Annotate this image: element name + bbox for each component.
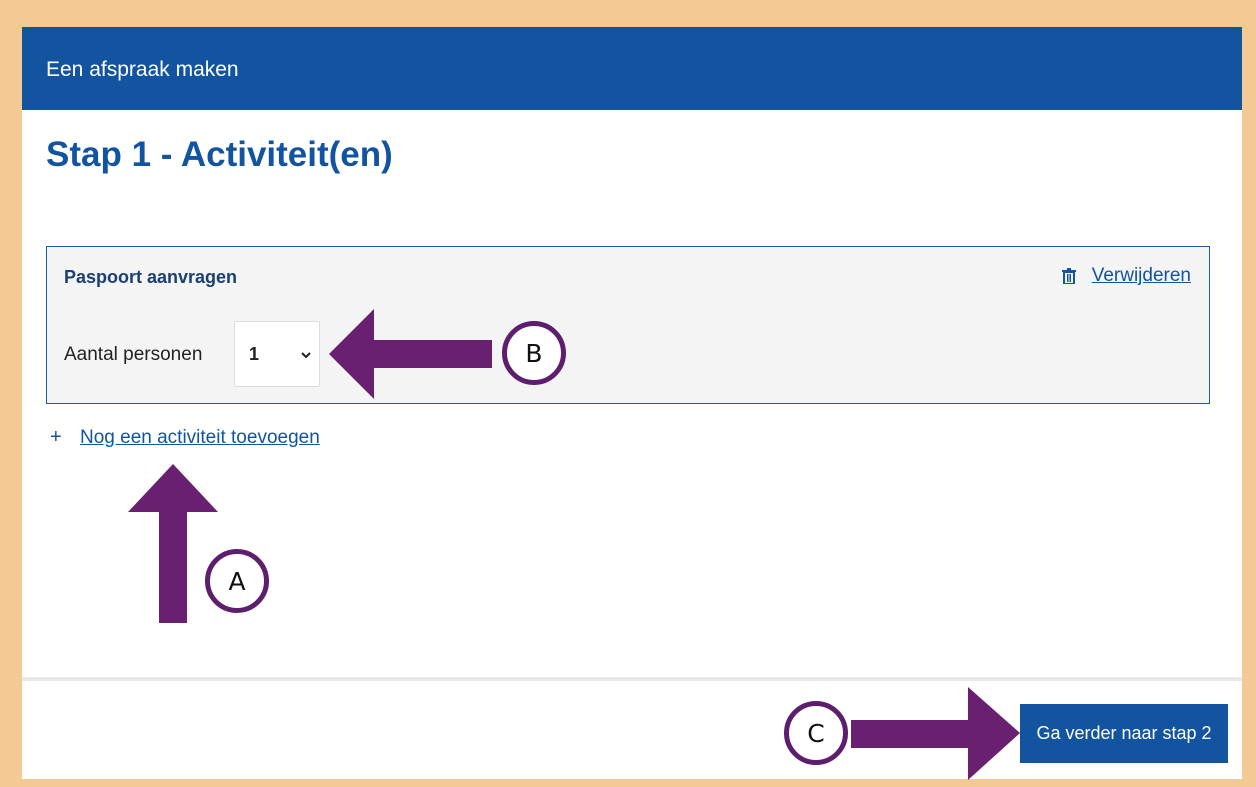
persons-value: 1 <box>249 344 260 364</box>
trash-icon <box>1061 268 1076 284</box>
activity-title: Paspoort aanvragen <box>64 267 238 287</box>
add-activity[interactable]: + Nog een activiteit toevoegen <box>50 426 320 449</box>
marker-a: A <box>205 549 269 613</box>
next-step-button[interactable]: Ga verder naar stap 2 <box>1020 704 1228 763</box>
remove-activity[interactable]: Verwijderen <box>1061 265 1191 287</box>
activity-card: Paspoort aanvragen Verwijderen Aantal pe… <box>46 246 1210 404</box>
app-header: Een afspraak maken <box>22 27 1242 110</box>
persons-label: Aantal personen <box>64 344 203 365</box>
marker-b: B <box>502 321 566 385</box>
footer-divider <box>22 677 1242 681</box>
chevron-down-icon <box>301 352 311 359</box>
app-frame: Een afspraak maken Stap 1 - Activiteit(e… <box>22 27 1242 779</box>
remove-link[interactable]: Verwijderen <box>1092 265 1191 287</box>
marker-c: C <box>784 701 848 765</box>
header-title: Een afspraak maken <box>46 58 239 81</box>
add-activity-link[interactable]: Nog een activiteit toevoegen <box>80 427 320 449</box>
persons-select[interactable]: 1 <box>234 321 320 387</box>
page-title: Stap 1 - Activiteit(en) <box>46 135 393 174</box>
plus-icon: + <box>50 426 62 448</box>
